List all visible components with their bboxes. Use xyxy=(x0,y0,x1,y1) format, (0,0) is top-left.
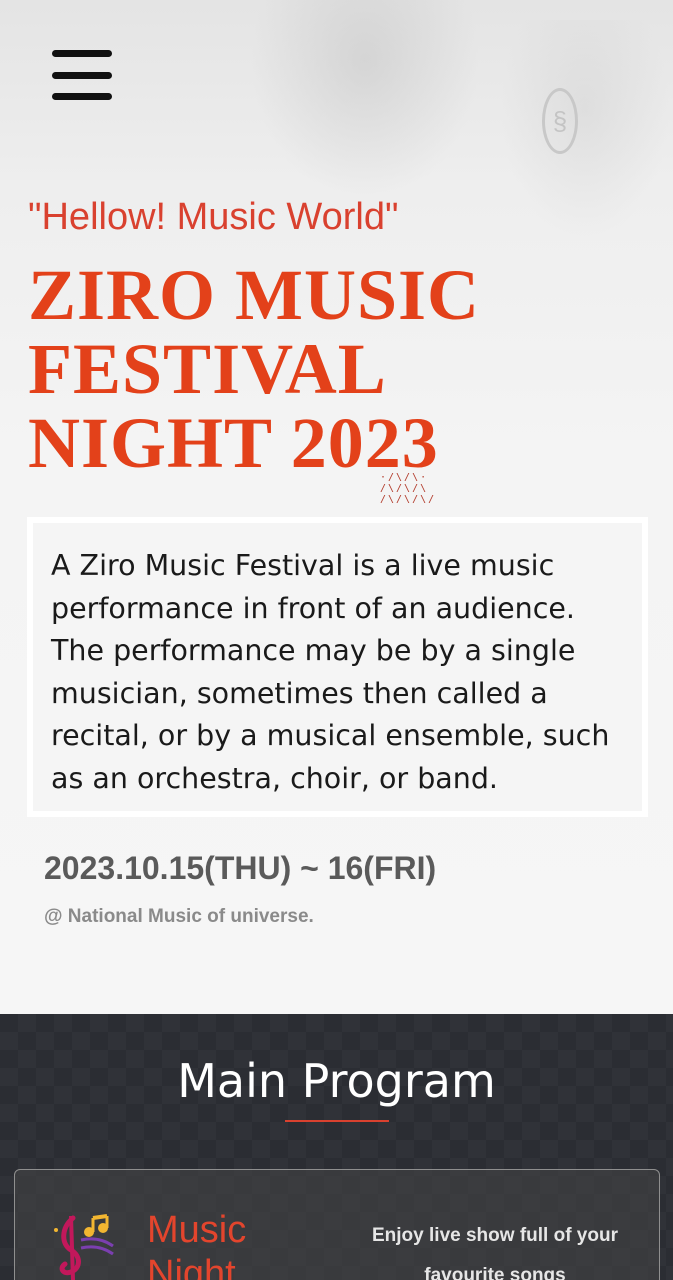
hero-tagline: "Hellow! Music World" xyxy=(28,196,399,238)
festival-dates: 2023.10.15(THU) ~ 16(FRI) xyxy=(44,850,437,886)
background-photo-shape xyxy=(250,0,480,200)
main-program-section: Main Program Music Night Enjoy live show… xyxy=(0,1014,673,1280)
festival-description: A Ziro Music Festival is a live music pe… xyxy=(51,549,610,795)
program-card-description: Enjoy live show full of your favourite s… xyxy=(372,1225,618,1280)
hamburger-menu-icon[interactable] xyxy=(52,50,112,100)
title-line: ZIRO MUSIC xyxy=(28,255,481,335)
festival-title: ZIRO MUSIC FESTIVAL NIGHT 2023 xyxy=(28,258,588,480)
description-box: A Ziro Music Festival is a live music pe… xyxy=(27,517,648,817)
music-notes-icon xyxy=(51,1210,115,1280)
background-logo-icon: § xyxy=(542,88,578,154)
program-card[interactable]: Music Night Enjoy live show full of your… xyxy=(14,1169,660,1280)
festival-venue: @ National Music of universe. xyxy=(44,906,314,927)
title-line: NIGHT 2023 xyxy=(28,403,439,483)
title-line: FESTIVAL xyxy=(28,329,387,409)
hero-section: § ·/\/\·/\/\/\/\/\/\/ "Hellow! Music Wor… xyxy=(0,0,673,1014)
background-photo-shape xyxy=(500,20,670,240)
program-card-title: Music Night xyxy=(147,1209,247,1280)
title-underline xyxy=(285,1120,389,1122)
section-title: Main Program xyxy=(177,1054,496,1108)
